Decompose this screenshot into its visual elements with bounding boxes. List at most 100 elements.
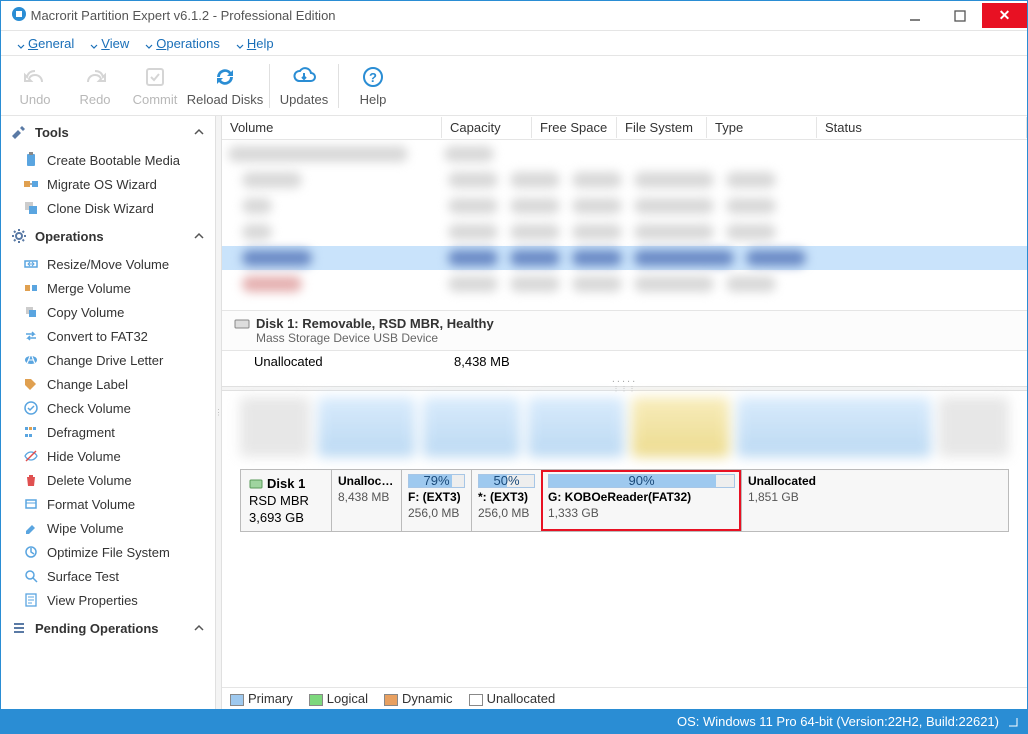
- sidebar-item-convert[interactable]: Convert to FAT32: [1, 324, 215, 348]
- blurred-diskmap: [222, 391, 1027, 463]
- maximize-button[interactable]: [937, 3, 982, 28]
- diskmap-partition[interactable]: 79%F: (EXT3)256,0 MB: [401, 470, 471, 531]
- menu-view[interactable]: View: [84, 34, 135, 53]
- sidebar-item-label: Optimize File System: [47, 545, 170, 560]
- check-icon: [23, 400, 39, 416]
- col-status[interactable]: Status: [817, 117, 1027, 138]
- help-button[interactable]: ?Help: [343, 59, 403, 113]
- sidebar-item-label: Clone Disk Wizard: [47, 201, 154, 216]
- diskmap-partition[interactable]: Unalloc…8,438 MB: [331, 470, 401, 531]
- disk-icon: [249, 477, 263, 491]
- sidebar-item-hide[interactable]: Hide Volume: [1, 444, 215, 468]
- convert-icon: [23, 328, 39, 344]
- sidebar-item-letter[interactable]: A Change Drive Letter: [1, 348, 215, 372]
- svg-text:A: A: [27, 352, 36, 366]
- col-volume[interactable]: Volume: [222, 117, 442, 138]
- sidebar-item-clone[interactable]: Clone Disk Wizard: [1, 196, 215, 220]
- sidebar-item-format[interactable]: Format Volume: [1, 492, 215, 516]
- sidebar-item-label: Resize/Move Volume: [47, 257, 169, 272]
- format-icon: [23, 496, 39, 512]
- copy-icon: [23, 304, 39, 320]
- delete-icon: [23, 472, 39, 488]
- sidebar-item-wipe[interactable]: Wipe Volume: [1, 516, 215, 540]
- main-area: Tools Create Bootable Media Migrate OS W…: [1, 116, 1027, 709]
- col-capacity[interactable]: Capacity: [442, 117, 532, 138]
- legend-primary: Primary: [230, 691, 293, 706]
- disk-icon: [234, 318, 250, 330]
- sidebar-item-defrag[interactable]: Defragment: [1, 420, 215, 444]
- content-area: Volume Capacity Free Space File System T…: [222, 116, 1027, 709]
- sidebar-item-migrate[interactable]: Migrate OS Wizard: [1, 172, 215, 196]
- statusbar: OS: Windows 11 Pro 64-bit (Version:22H2,…: [1, 709, 1027, 733]
- volume-table-header: Volume Capacity Free Space File System T…: [222, 116, 1027, 140]
- diskmap-partition[interactable]: 90%G: KOBOeReader(FAT32)1,333 GB: [541, 470, 741, 531]
- tools-icon: [11, 124, 27, 140]
- commit-button[interactable]: Commit: [125, 59, 185, 113]
- col-free[interactable]: Free Space: [532, 117, 617, 138]
- list-icon: [11, 620, 27, 636]
- wipe-icon: [23, 520, 39, 536]
- sidebar-header-pending[interactable]: Pending Operations: [1, 612, 215, 644]
- sidebar-item-bootable[interactable]: Create Bootable Media: [1, 148, 215, 172]
- menu-general[interactable]: General: [11, 34, 80, 53]
- undo-button[interactable]: Undo: [5, 59, 65, 113]
- merge-icon: [23, 280, 39, 296]
- col-filesystem[interactable]: File System: [617, 117, 707, 138]
- sidebar-header-tools[interactable]: Tools: [1, 116, 215, 148]
- defrag-icon: [23, 424, 39, 440]
- sidebar-item-check[interactable]: Check Volume: [1, 396, 215, 420]
- sidebar-header-operations[interactable]: Operations: [1, 220, 215, 252]
- sidebar-item-label: Delete Volume: [47, 473, 132, 488]
- diskmap-partition[interactable]: 50%*: (EXT3)256,0 MB: [471, 470, 541, 531]
- legend: Primary Logical Dynamic Unallocated: [222, 687, 1027, 709]
- toolbar-separator: [269, 64, 270, 108]
- sidebar-item-label: Surface Test: [47, 569, 119, 584]
- table-row[interactable]: Unallocated 8,438 MB: [222, 351, 1027, 372]
- sidebar-item-label: Copy Volume: [47, 305, 124, 320]
- sidebar-item-props[interactable]: View Properties: [1, 588, 215, 612]
- disk1-title: Disk 1: Removable, RSD MBR, Healthy: [256, 316, 494, 331]
- resize-grip-icon[interactable]: [1005, 714, 1019, 728]
- label-icon: [23, 376, 39, 392]
- sidebar-item-label: Change Label: [47, 377, 128, 392]
- clone-icon: [23, 200, 39, 216]
- volume-cell: Unallocated: [254, 354, 454, 369]
- capacity-cell: 8,438 MB: [454, 354, 554, 369]
- sidebar-item-surface[interactable]: Surface Test: [1, 564, 215, 588]
- sidebar-item-merge[interactable]: Merge Volume: [1, 276, 215, 300]
- redo-button[interactable]: Redo: [65, 59, 125, 113]
- disk1-map: Disk 1RSD MBR3,693 GBUnalloc…8,438 MB79%…: [222, 463, 1027, 538]
- sidebar-item-label: Create Bootable Media: [47, 153, 180, 168]
- chevron-up-icon: [193, 230, 205, 242]
- hide-icon: [23, 448, 39, 464]
- diskmap-partition[interactable]: Unallocated1,851 GB: [741, 470, 1008, 531]
- sidebar-item-label: Format Volume: [47, 497, 135, 512]
- disk1-subtitle: Mass Storage Device USB Device: [256, 331, 1019, 345]
- sidebar-item-resize[interactable]: Resize/Move Volume: [1, 252, 215, 276]
- disk1-header[interactable]: Disk 1: Removable, RSD MBR, Healthy Mass…: [222, 310, 1027, 351]
- sidebar-item-label[interactable]: Change Label: [1, 372, 215, 396]
- menu-operations[interactable]: Operations: [139, 34, 226, 53]
- blurred-rows: [222, 140, 1027, 310]
- sidebar-item-label: Change Drive Letter: [47, 353, 163, 368]
- search-icon: [23, 568, 39, 584]
- reload-disks-button[interactable]: Reload Disks: [185, 59, 265, 113]
- sidebar-item-copy[interactable]: Copy Volume: [1, 300, 215, 324]
- updates-button[interactable]: Updates: [274, 59, 334, 113]
- legend-logical: Logical: [309, 691, 368, 706]
- migrate-icon: [23, 176, 39, 192]
- sidebar-item-label: Convert to FAT32: [47, 329, 148, 344]
- sidebar-item-optfs[interactable]: Optimize File System: [1, 540, 215, 564]
- toolbar-separator: [338, 64, 339, 108]
- toolbar: Undo Redo Commit Reload Disks Updates ?H…: [1, 56, 1027, 116]
- sidebar-item-delete[interactable]: Delete Volume: [1, 468, 215, 492]
- menu-help[interactable]: Help: [230, 34, 280, 53]
- legend-unallocated: Unallocated: [469, 691, 556, 706]
- minimize-button[interactable]: [892, 3, 937, 28]
- menubar: General View Operations Help: [1, 31, 1027, 56]
- sidebar-item-label: Check Volume: [47, 401, 131, 416]
- close-button[interactable]: ✕: [982, 3, 1027, 28]
- drive-letter-icon: A: [23, 352, 39, 368]
- col-type[interactable]: Type: [707, 117, 817, 138]
- diskmap-label: Disk 1RSD MBR3,693 GB: [241, 470, 331, 531]
